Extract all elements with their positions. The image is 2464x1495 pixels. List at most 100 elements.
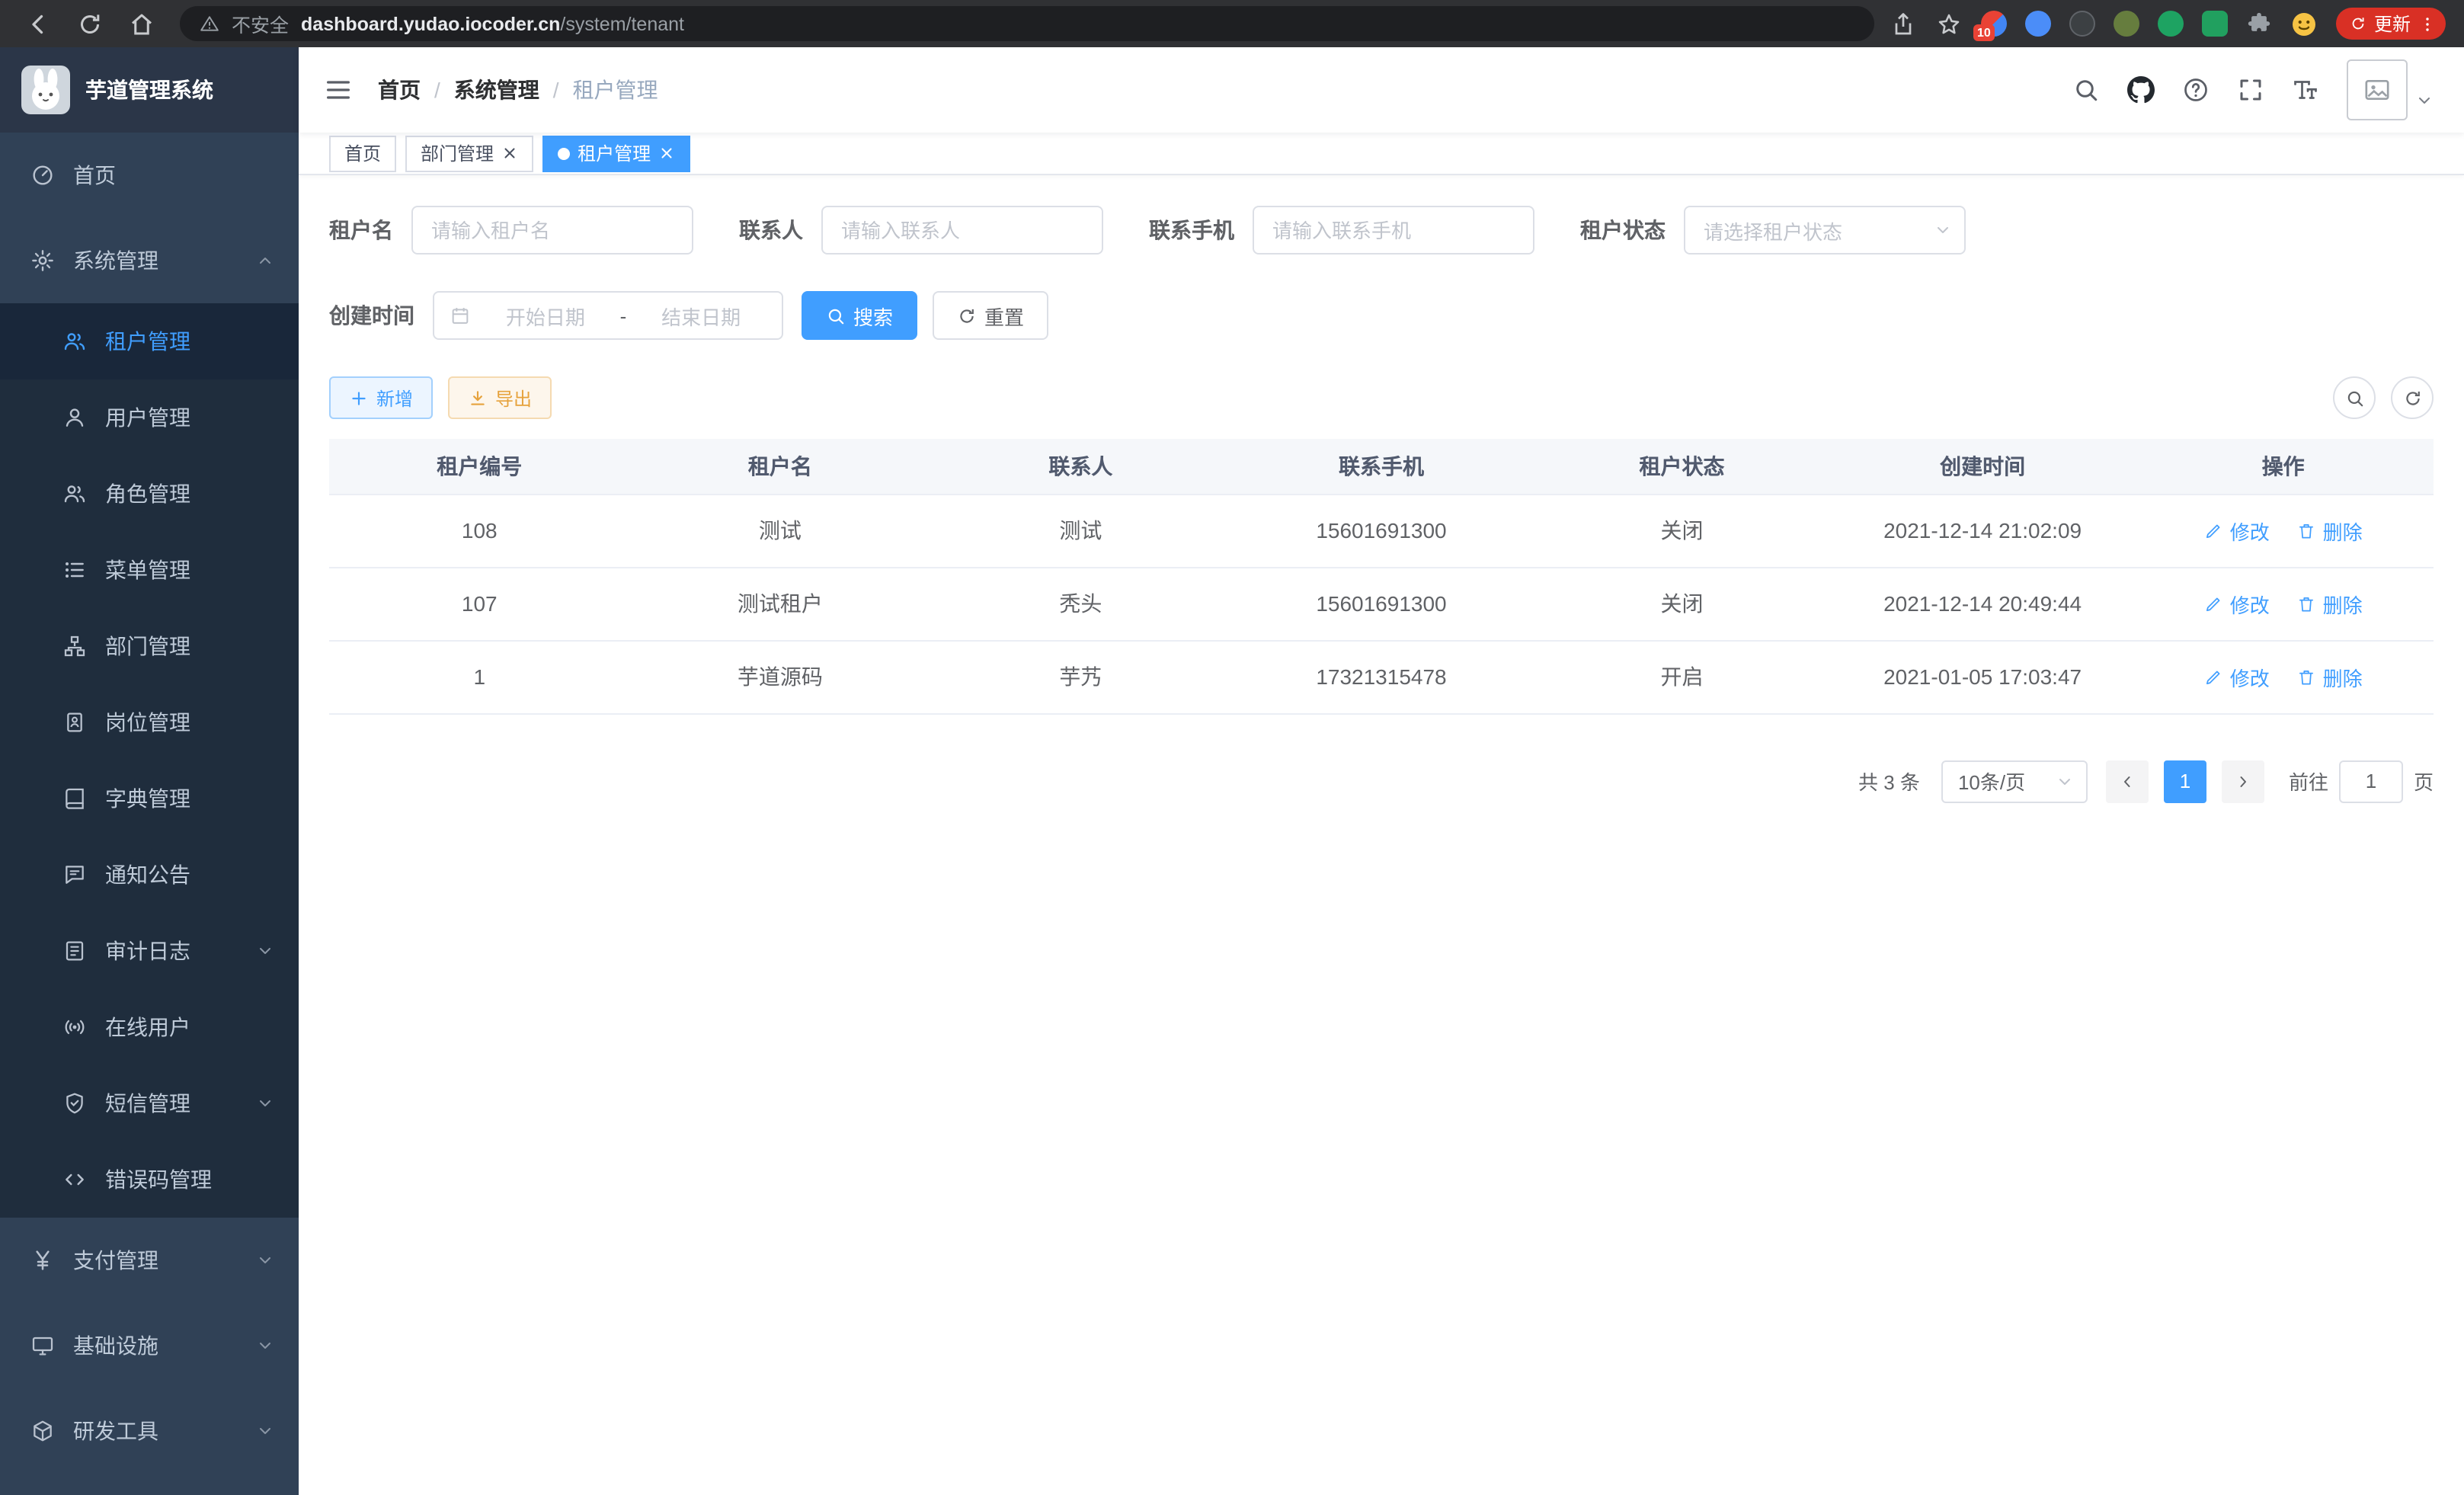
reset-button[interactable]: 重置 — [933, 291, 1048, 340]
sidebar-menu: 首页 系统管理 租户管理 用户管理 角色管理 — [0, 133, 299, 1474]
table-tools — [2333, 376, 2434, 419]
end-date-placeholder[interactable]: 结束日期 — [635, 301, 766, 330]
extension-icon-6[interactable] — [2202, 11, 2228, 37]
edit-link[interactable]: 修改 — [2204, 662, 2270, 691]
contact-input[interactable] — [821, 206, 1103, 255]
status-select[interactable]: 请选择租户状态 — [1684, 206, 1966, 255]
date-range-picker[interactable]: 开始日期 - 结束日期 — [433, 291, 783, 340]
toggle-search-button[interactable] — [2333, 376, 2376, 419]
page-number-button[interactable]: 1 — [2164, 760, 2206, 802]
app-logo[interactable]: 芋道管理系统 — [0, 47, 299, 133]
sidebar-item-audit-log[interactable]: 审计日志 — [0, 913, 299, 989]
page-size-select[interactable]: 10条/页 — [1941, 760, 2088, 802]
sidebar-item-menu[interactable]: 菜单管理 — [0, 532, 299, 608]
extensions-puzzle-icon[interactable] — [2246, 11, 2272, 37]
pagination-total: 共 3 条 — [1858, 767, 1920, 796]
close-icon[interactable] — [501, 145, 518, 162]
cell-status: 关闭 — [1531, 567, 1832, 640]
hamburger-icon[interactable] — [323, 75, 354, 105]
sidebar-item-label: 岗位管理 — [105, 707, 190, 738]
sidebar-item-dev-tool[interactable]: 研发工具 — [0, 1388, 299, 1474]
cell-phone: 17321315478 — [1231, 640, 1532, 713]
delete-link[interactable]: 删除 — [2297, 516, 2363, 545]
extension-icon-5[interactable] — [2158, 11, 2184, 37]
url-path: /system/tenant — [560, 13, 684, 34]
browser-update-button[interactable]: 更新 — [2336, 8, 2446, 40]
extension-icon-3[interactable] — [2069, 11, 2095, 37]
edit-link[interactable]: 修改 — [2204, 516, 2270, 545]
sidebar: 芋道管理系统 首页 系统管理 租户管理 用户管理 — [0, 47, 299, 1495]
search-icon[interactable] — [2072, 76, 2100, 104]
chevron-down-icon — [256, 1422, 274, 1440]
home-icon[interactable] — [128, 10, 155, 37]
sidebar-item-label: 系统管理 — [73, 245, 158, 276]
reload-icon[interactable] — [76, 10, 104, 37]
next-page-button[interactable] — [2222, 760, 2264, 802]
delete-label: 删除 — [2323, 516, 2363, 545]
profile-avatar-icon[interactable] — [2290, 10, 2318, 37]
cell-status: 开启 — [1531, 640, 1832, 713]
sidebar-item-infra[interactable]: 基础设施 — [0, 1303, 299, 1388]
sidebar-item-error-code[interactable]: 错误码管理 — [0, 1141, 299, 1218]
address-bar[interactable]: 不安全 dashboard.yudao.iocoder.cn/system/te… — [180, 6, 1874, 41]
chevron-left-icon — [2118, 772, 2136, 790]
back-icon[interactable] — [24, 10, 52, 37]
export-button[interactable]: 导出 — [448, 376, 552, 419]
tab-dept[interactable]: 部门管理 — [405, 135, 533, 171]
org-tree-icon — [62, 634, 87, 658]
prev-page-button[interactable] — [2106, 760, 2149, 802]
goto-page-input[interactable] — [2339, 760, 2403, 802]
extension-icon-1[interactable]: 10 — [1981, 11, 2007, 37]
book-icon — [62, 786, 87, 811]
sidebar-item-user[interactable]: 用户管理 — [0, 379, 299, 456]
sidebar-item-dict[interactable]: 字典管理 — [0, 760, 299, 837]
phone-input[interactable] — [1253, 206, 1534, 255]
col-phone: 联系手机 — [1231, 439, 1532, 494]
tenant-name-input[interactable] — [411, 206, 693, 255]
fullscreen-icon[interactable] — [2237, 76, 2264, 104]
extension-icon-2[interactable] — [2025, 11, 2051, 37]
edit-link[interactable]: 修改 — [2204, 589, 2270, 618]
github-icon[interactable] — [2127, 76, 2155, 104]
sidebar-item-label: 审计日志 — [105, 936, 190, 966]
sidebar-item-pay[interactable]: 支付管理 — [0, 1218, 299, 1303]
close-icon[interactable] — [658, 145, 675, 162]
sidebar-item-online-user[interactable]: 在线用户 — [0, 989, 299, 1065]
sidebar-item-label: 基础设施 — [73, 1330, 158, 1361]
tab-home[interactable]: 首页 — [329, 135, 396, 171]
sidebar-item-role[interactable]: 角色管理 — [0, 456, 299, 532]
sidebar-item-tenant[interactable]: 租户管理 — [0, 303, 299, 379]
browser-toolbar: 不安全 dashboard.yudao.iocoder.cn/system/te… — [0, 0, 2464, 47]
download-icon — [468, 388, 488, 408]
extension-icon-4[interactable] — [2114, 11, 2139, 37]
filter-row-1: 租户名 联系人 联系手机 租户状态 请选择租户状态 — [329, 206, 2434, 255]
monitor-icon — [30, 1333, 55, 1358]
search-button[interactable]: 搜索 — [802, 291, 917, 340]
font-size-icon[interactable] — [2292, 76, 2319, 104]
help-question-icon[interactable] — [2182, 76, 2210, 104]
sidebar-item-label: 短信管理 — [105, 1088, 190, 1119]
browser-menu-dots-icon[interactable] — [2418, 14, 2437, 33]
start-date-placeholder[interactable]: 开始日期 — [480, 301, 611, 330]
chevron-down-icon — [256, 1094, 274, 1112]
sidebar-item-notice[interactable]: 通知公告 — [0, 837, 299, 913]
pagination-goto: 前往 页 — [2289, 760, 2434, 802]
user-avatar-dropdown[interactable] — [2347, 59, 2434, 120]
delete-label: 删除 — [2323, 589, 2363, 618]
sidebar-item-dept[interactable]: 部门管理 — [0, 608, 299, 684]
sidebar-item-system[interactable]: 系统管理 — [0, 218, 299, 303]
cell-created: 2021-01-05 17:03:47 — [1832, 640, 2133, 713]
share-icon[interactable] — [1890, 10, 1917, 37]
sidebar-item-post[interactable]: 岗位管理 — [0, 684, 299, 760]
delete-link[interactable]: 删除 — [2297, 662, 2363, 691]
tab-tenant[interactable]: 租户管理 — [542, 135, 690, 171]
bookmark-star-icon[interactable] — [1935, 10, 1963, 37]
sidebar-item-sms[interactable]: 短信管理 — [0, 1065, 299, 1141]
refresh-table-button[interactable] — [2391, 376, 2434, 419]
breadcrumb-home[interactable]: 首页 — [378, 75, 421, 105]
logo-image — [21, 66, 70, 114]
cell-actions: 修改 删除 — [2133, 640, 2434, 713]
add-button[interactable]: 新增 — [329, 376, 433, 419]
sidebar-item-home[interactable]: 首页 — [0, 133, 299, 218]
delete-link[interactable]: 删除 — [2297, 589, 2363, 618]
